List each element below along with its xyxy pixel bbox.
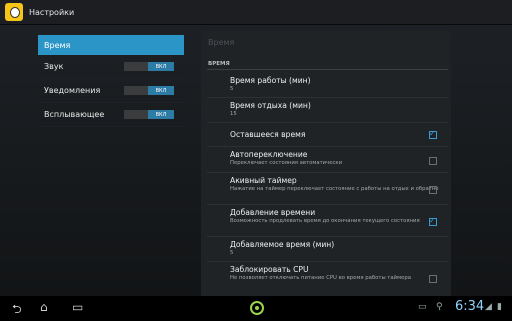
category-divider [207,69,448,70]
sidebar-item-time[interactable]: Время [38,35,184,55]
center-app-icon[interactable] [250,301,264,315]
sidebar-item-label: Время [44,40,71,50]
sidebar-item-label: Всплывающее [44,110,105,119]
back-icon[interactable]: ⮌ [12,300,22,321]
pref-add-time[interactable]: Добавление времени Возможность продлеват… [230,208,442,225]
sidebar-item-label: Уведомления [44,86,101,95]
sound-toggle[interactable]: ВКЛ [124,62,174,71]
divider [207,172,448,173]
remaining-time-checkbox[interactable] [429,129,437,139]
pref-active-timer[interactable]: Акивный таймер Нажатие на таймер переклю… [230,176,442,193]
recent-apps-icon[interactable]: ▭ [72,300,83,314]
page-title: Настройки [29,7,75,17]
pref-work-time[interactable]: Время работы (мин) 5 [230,76,442,93]
pref-lock-cpu[interactable]: Заблокировать CPU Не позволяет отключать… [230,265,442,282]
active-timer-checkbox[interactable] [429,186,437,194]
divider [207,146,448,147]
pref-autoswitch[interactable]: Автопереключение Переключает состояния а… [230,150,442,167]
lock-cpu-checkbox[interactable] [429,275,437,283]
divider [207,261,448,262]
signal-icon: ◢ [485,302,492,312]
settings-sidebar: Время Звук ВКЛ Уведомления ВКЛ Всплывающ… [38,35,184,127]
screen-icon: ▭ [418,302,427,312]
sidebar-item-sound[interactable]: Звук ВКЛ [38,55,184,79]
settings-content: Время Звук ВКЛ Уведомления ВКЛ Всплывающ… [0,25,512,296]
add-time-checkbox[interactable] [429,216,437,226]
app-icon[interactable] [5,3,23,21]
autoswitch-checkbox[interactable] [429,157,437,165]
usb-icon: ⚲ [436,302,443,312]
sidebar-item-label: Звук [44,62,64,71]
category-header: ВРЕМЯ [208,61,230,67]
divider [207,236,448,237]
pref-rest-time[interactable]: Время отдыха (мин) 15 [230,101,442,118]
panel-title: Время [208,38,235,47]
pref-remaining-time[interactable]: Оставшееся время [230,130,442,139]
settings-panel: Время ВРЕМЯ Время работы (мин) 5 Время о… [201,31,451,296]
divider [207,204,448,205]
sidebar-item-popup[interactable]: Всплывающее ВКЛ [38,103,184,127]
home-icon[interactable]: ⌂ [40,300,48,314]
popup-toggle[interactable]: ВКЛ [124,110,174,119]
divider [207,122,448,123]
battery-icon: ▮ [497,302,502,312]
system-nav-bar: ⮌ ⌂ ▭ ▭ ⚲ 6:34 ◢ ▮ [0,296,512,320]
pref-added-time[interactable]: Добавляемое время (мин) 5 [230,240,442,257]
sidebar-item-notifications[interactable]: Уведомления ВКЛ [38,79,184,103]
notifications-toggle[interactable]: ВКЛ [124,86,174,95]
divider [207,97,448,98]
action-bar: Настройки [0,0,512,25]
clock: 6:34 [455,299,485,314]
